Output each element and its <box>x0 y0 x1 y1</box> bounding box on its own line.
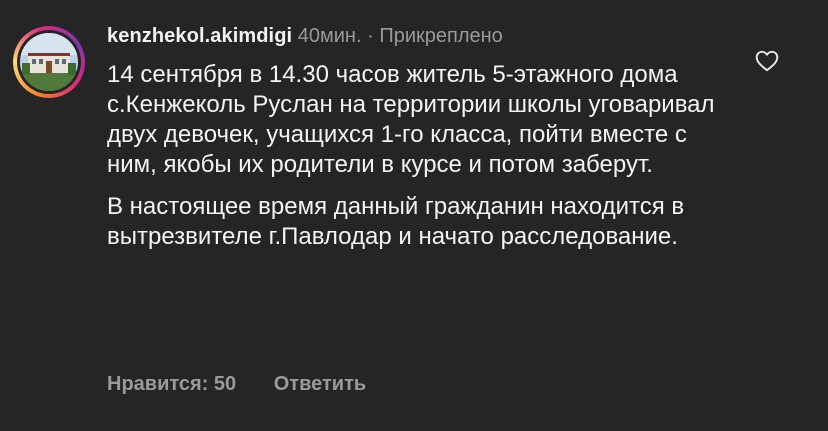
avatar-story-ring[interactable] <box>13 26 85 98</box>
comment-time: 40мин. <box>297 25 362 47</box>
likes-count[interactable]: Нравится: 50 <box>107 373 236 395</box>
avatar-image <box>20 33 78 91</box>
comment-paragraph: В настоящее время данный гражданин наход… <box>107 193 685 250</box>
comment-header: kenzhekol.akimdigi 40мин. · Прикреплено <box>107 23 717 49</box>
comment-paragraph: 14 сентября в 14.30 часов житель 5-этажн… <box>107 61 715 178</box>
comment-text: 14 сентября в 14.30 часов житель 5-этажн… <box>107 60 717 252</box>
comment-actions: Нравится: 50 Ответить <box>107 373 398 396</box>
comment-content: kenzhekol.akimdigi 40мин. · Прикреплено … <box>107 23 717 252</box>
username[interactable]: kenzhekol.akimdigi <box>107 25 292 47</box>
heart-outline-icon[interactable] <box>754 48 780 74</box>
separator: · <box>361 25 380 47</box>
pinned-label: Прикреплено <box>379 25 503 47</box>
comment-item: kenzhekol.akimdigi 40мин. · Прикреплено … <box>0 0 828 431</box>
reply-button[interactable]: Ответить <box>274 373 366 395</box>
avatar[interactable] <box>20 33 78 91</box>
